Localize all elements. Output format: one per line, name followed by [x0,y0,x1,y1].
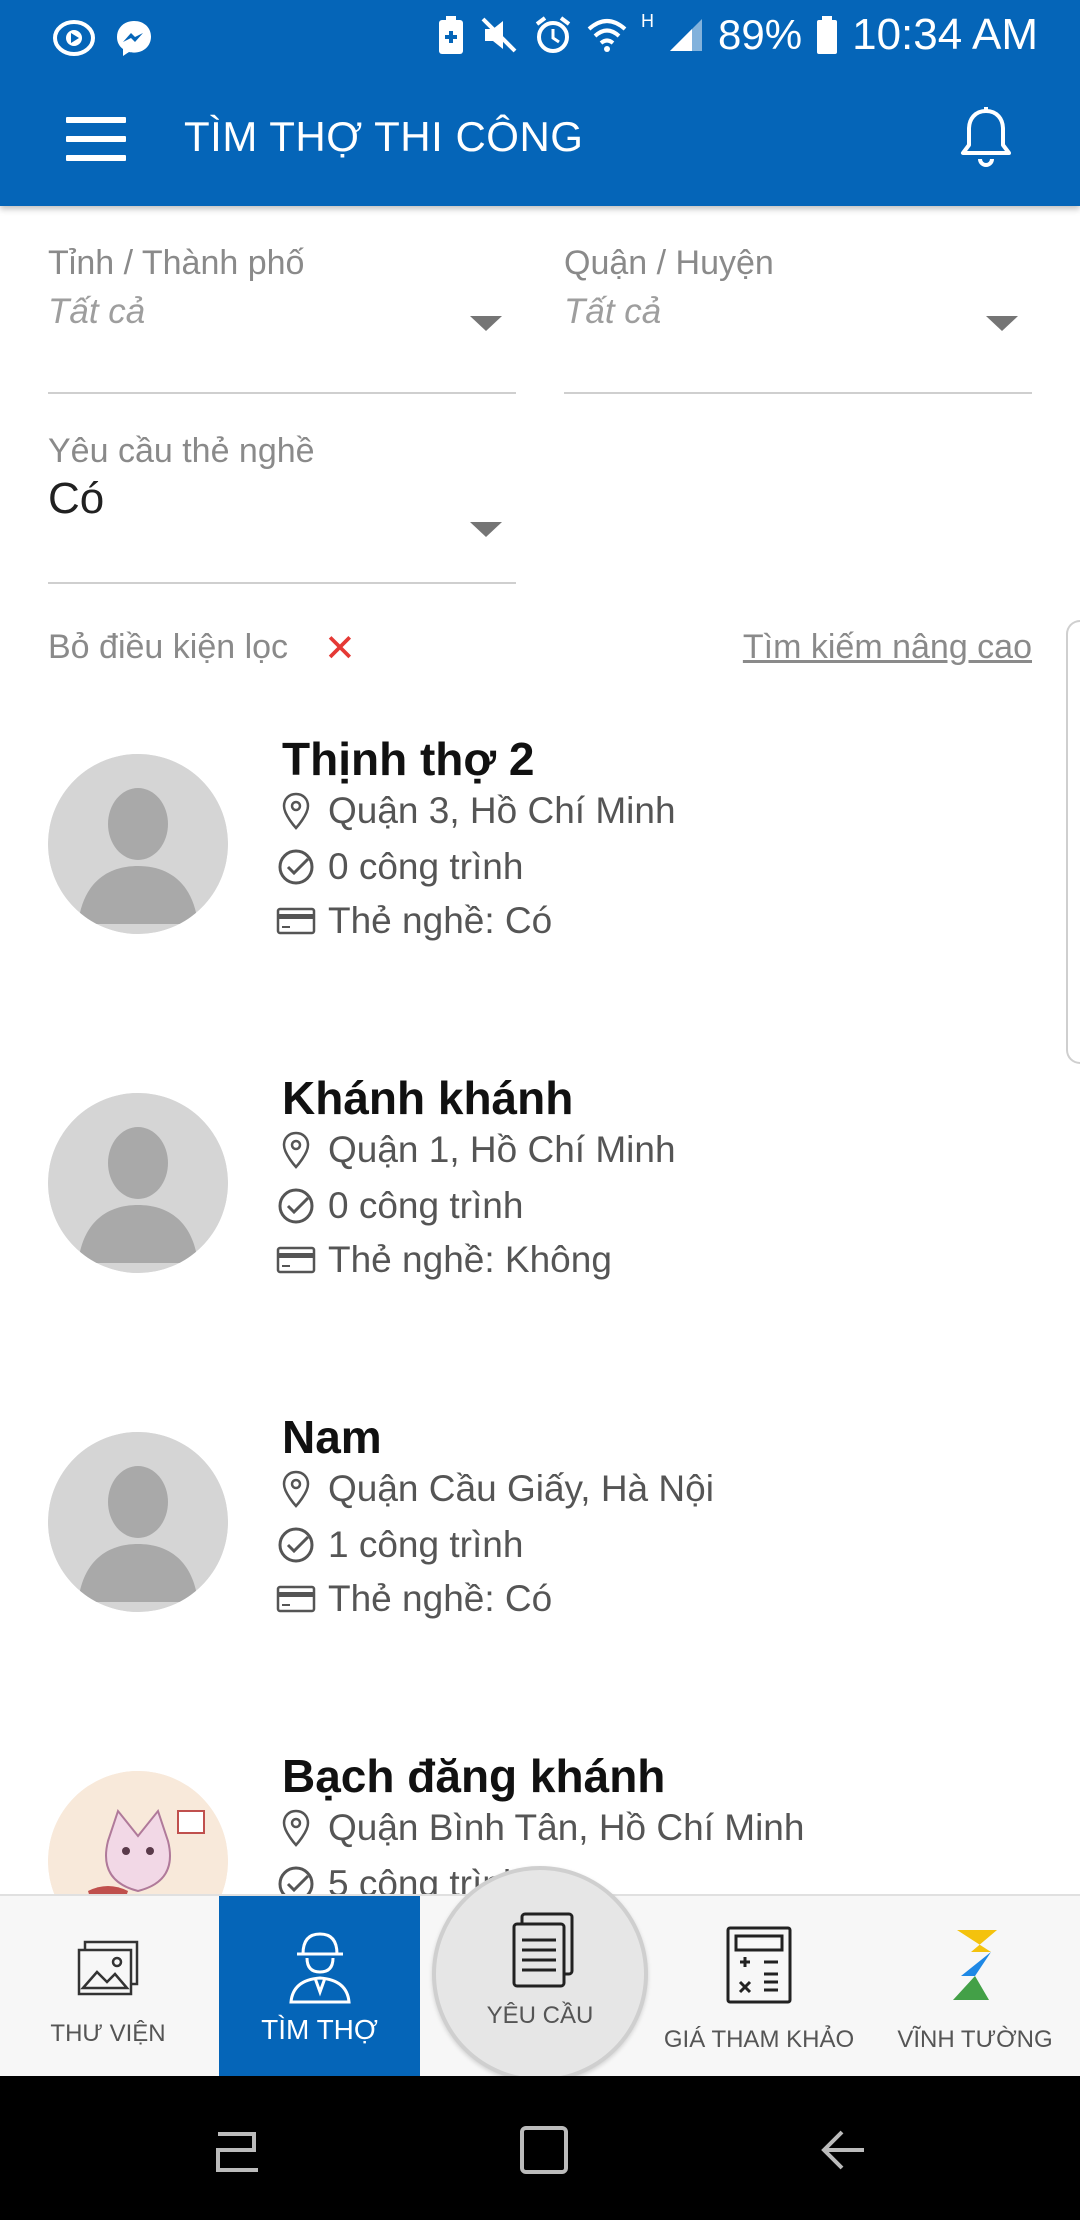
worker-license: Thẻ nghề: Có [276,900,552,942]
worker-location-text: Quận Cầu Giấy, Hà Nội [328,1468,714,1509]
nav-requests-button[interactable]: YÊU CẦU [432,1866,648,2082]
card-icon [276,1246,316,1274]
location-pin-icon [282,1131,310,1169]
district-underline [564,392,1032,394]
app-icon [53,20,95,56]
system-navigation-bar [0,2076,1080,2220]
worker-location-text: Quận 3, Hồ Chí Minh [328,790,676,831]
worker-name: Bạch đăng khánh [282,1750,666,1802]
app-bar: H 89% 10:34 AM TÌM THỢ THI CÔNG [0,0,1080,206]
back-icon[interactable] [816,2122,872,2178]
card-icon [276,907,316,935]
province-underline [48,392,516,394]
license-label: Yêu cầu thẻ nghề [48,432,315,470]
nav-label: VĨNH TƯỜNG [897,2026,1053,2053]
check-circle-icon [278,849,314,885]
home-icon[interactable] [516,2122,572,2178]
side-drawer-handle[interactable] [1066,620,1080,1064]
nav-label: TÌM THỢ [261,2014,378,2045]
worker-license-text: Thẻ nghề: Không [328,1239,612,1280]
worker-name: Nam [282,1411,382,1463]
worker-projects: 0 công trình [276,1185,523,1227]
chevron-down-icon [470,316,502,331]
battery-saver-icon [439,16,464,54]
worker-projects-text: 0 công trình [328,846,524,887]
avatar [48,1093,228,1273]
default-avatar-icon [48,1432,228,1612]
mute-icon [481,17,517,53]
card-icon [276,1585,316,1613]
province-select[interactable]: Tỉnh / Thành phố Tất cả [48,244,516,394]
gallery-icon [77,1940,139,1996]
worker-location-text: Quận 1, Hồ Chí Minh [328,1129,676,1170]
list-item[interactable]: Nam Quận Cầu Giấy, Hà Nội 1 công trình T… [48,1410,1032,1640]
license-select[interactable]: Yêu cầu thẻ nghề Có [48,432,516,584]
check-circle-icon [278,1527,314,1563]
province-label: Tỉnh / Thành phố [48,244,305,282]
worker-name: Khánh khánh [282,1072,574,1124]
status-bar: H 89% 10:34 AM [0,0,1080,75]
province-value: Tất cả [48,292,146,331]
signal-icon [670,19,703,51]
chevron-down-icon [986,316,1018,331]
worker-projects-text: 1 công trình [328,1524,524,1565]
toolbar: TÌM THỢ THI CÔNG [0,75,1080,206]
advanced-search-link[interactable]: Tìm kiếm nâng cao [743,628,1032,667]
recent-apps-icon[interactable] [210,2122,266,2178]
check-circle-icon [278,1188,314,1224]
worker-location-text: Quận Bình Tân, Hồ Chí Minh [328,1807,805,1848]
worker-location: Quận 1, Hồ Chí Minh [276,1129,676,1171]
nav-label: GIÁ THAM KHẢO [663,2026,855,2053]
clock: 10:34 AM [852,10,1038,59]
nav-reference-price[interactable]: GIÁ THAM KHẢO [648,1896,870,2078]
default-avatar-icon [48,754,228,934]
district-label: Quận / Huyện [564,244,774,282]
nav-label: YÊU CẦU [486,2002,594,2029]
worker-projects: 1 công trình [276,1524,523,1566]
list-item[interactable]: Khánh khánh Quận 1, Hồ Chí Minh 0 công t… [48,1071,1032,1301]
document-icon [512,1912,574,1988]
worker-location: Quận Bình Tân, Hồ Chí Minh [276,1807,804,1849]
district-select[interactable]: Quận / Huyện Tất cả [564,244,1032,394]
hamburger-menu-icon[interactable] [66,117,126,161]
location-pin-icon [282,1470,310,1508]
nav-label: THƯ VIỆN [50,2020,166,2047]
wifi-icon [587,19,627,52]
nav-find-worker[interactable]: TÌM THỢ [219,1896,420,2078]
bell-icon[interactable] [956,105,1016,171]
district-value: Tất cả [564,292,662,331]
worker-license-text: Thẻ nghề: Có [328,1578,553,1619]
worker-icon [288,1932,351,2004]
filter-actions: Bỏ điều kiện lọc ✕ Tìm kiếm nâng cao [48,628,1032,678]
license-underline [48,582,516,584]
nav-gallery[interactable]: THƯ VIỆN [0,1896,216,2078]
worker-license: Thẻ nghề: Không [276,1239,612,1281]
worker-name: Thịnh thợ 2 [282,733,535,785]
close-icon[interactable]: ✕ [324,626,356,671]
network-type-label: H [641,10,655,31]
page-title: TÌM THỢ THI CÔNG [184,113,584,160]
messenger-icon [117,21,151,56]
clear-filters-button[interactable]: Bỏ điều kiện lọc [48,628,288,667]
nav-brand[interactable]: VĨNH TƯỜNG [870,1896,1080,2078]
worker-location: Quận Cầu Giấy, Hà Nội [276,1468,714,1510]
location-pin-icon [282,1809,310,1847]
default-avatar-icon [48,1093,228,1273]
battery-icon [817,16,838,54]
avatar [48,754,228,934]
list-item[interactable]: Thịnh thợ 2 Quận 3, Hồ Chí Minh 0 công t… [48,732,1032,962]
license-value: Có [48,474,105,523]
chevron-down-icon [470,522,502,537]
battery-percent: 89% [718,11,803,58]
calculator-icon [726,1926,792,2004]
brand-logo-icon [953,1930,997,2000]
worker-license: Thẻ nghề: Có [276,1578,552,1620]
worker-license-text: Thẻ nghề: Có [328,900,553,941]
worker-location: Quận 3, Hồ Chí Minh [276,790,676,832]
alarm-icon [535,16,571,53]
worker-projects: 0 công trình [276,846,523,888]
avatar [48,1432,228,1612]
location-pin-icon [282,792,310,830]
worker-projects-text: 0 công trình [328,1185,524,1226]
